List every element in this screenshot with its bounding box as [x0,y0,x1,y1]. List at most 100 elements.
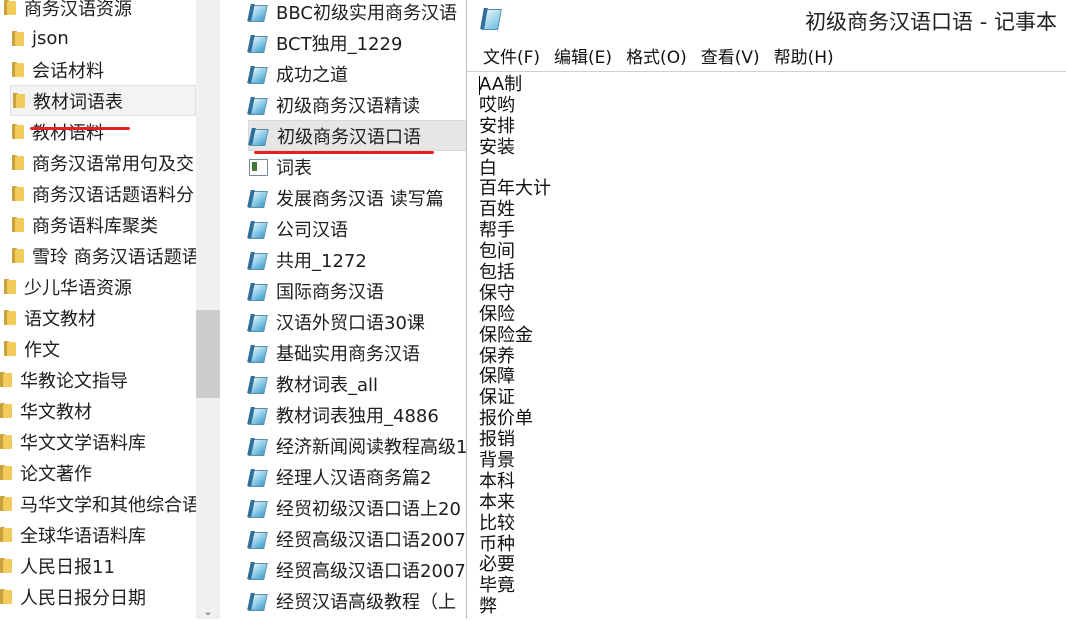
scroll-down-arrow-icon[interactable]: ⌄ [200,605,216,619]
tree-item-label: 语文教材 [24,308,96,330]
tree-item[interactable]: 华文文学语料库 [0,426,146,457]
file-item[interactable]: 汉语外贸口语30课 [248,306,425,337]
folder-icon [0,496,12,511]
menu-format[interactable]: 格式(O) [626,43,687,68]
file-item-label: BBC初级实用商务汉语 [276,2,457,24]
menu-file[interactable]: 文件(F) [483,43,540,68]
folder-icon [10,31,24,46]
tree-item[interactable]: 作文 [2,333,60,364]
file-item[interactable]: 基础实用商务汉语 [248,337,420,368]
file-item-label: 汉语外贸口语30课 [276,312,425,334]
tree-item[interactable]: 教材词语表 [10,85,196,116]
file-item[interactable]: 经贸高级汉语口语2007 [248,523,466,554]
notepad-icon [248,437,268,455]
tree-item[interactable]: 华教论文指导 [0,364,128,395]
tree-scrollbar-thumb[interactable] [196,310,220,398]
menu-edit[interactable]: 编辑(E) [554,43,612,68]
tree-scrollbar[interactable]: ⌄ [196,0,220,619]
annotation-underline-files [254,151,434,154]
tree-item-label: 华文文学语料库 [20,432,146,454]
notepad-icon [248,282,268,300]
tree-item[interactable]: 少儿华语资源 [2,271,132,302]
text-line: AA制 [479,74,523,95]
tree-item[interactable]: 人民日报11 [0,550,115,581]
folder-icon [10,62,24,77]
text-line: 保险 [479,303,515,325]
tree-item[interactable]: 雪玲 商务汉语话题语 [10,240,196,271]
file-item[interactable]: 经贸初级汉语口语上20 [248,492,461,523]
text-line: 保障 [479,366,515,388]
folder-icon [10,217,24,232]
file-item[interactable]: 教材词表独用_4886 [248,399,439,430]
notepad-icon [248,499,268,517]
tree-item[interactable]: json [10,23,69,54]
file-item[interactable]: 教材词表_all [248,368,378,399]
tree-item[interactable]: 商务汉语常用句及交 [10,147,194,178]
text-line: 必要 [479,554,515,576]
window-title: 初级商务汉语口语 - 记事本 [805,10,1057,34]
menu-help[interactable]: 帮助(H) [774,43,834,68]
tree-item-label: 会话材料 [32,60,104,82]
tree-item-label: 少儿华语资源 [24,277,132,299]
text-caret [479,76,480,95]
notepad-icon [248,468,268,486]
text-line: 保证 [479,387,515,409]
file-item[interactable]: BCT独用_1229 [248,27,402,58]
folder-icon [2,341,16,356]
tree-item-label: 商务汉语资源 [24,0,132,20]
folder-icon [0,465,12,480]
text-line: 安排 [479,115,515,137]
folder-icon [0,434,12,449]
tree-item[interactable]: 论文著作 [0,457,92,488]
tree-item[interactable]: 全球华语语料库 [0,519,146,550]
tree-item[interactable]: 语文教材 [2,302,96,333]
text-line: 背景 [479,450,515,472]
tree-item[interactable]: 马华文学和其他综合语 [0,488,196,519]
text-editor[interactable]: AA制 哎哟 安排 安装白百年大计 百姓 帮手 包间 包括 保守 保险 保险金 保养 保障 保证 报价单 报销… [467,71,1066,620]
folder-icon [2,279,16,294]
tree-item[interactable]: 华文教材 [0,395,92,426]
file-item-label: 经贸高级汉语口语2007 [276,529,466,551]
notepad-icon [248,313,268,331]
file-item-label: 国际商务汉语 [276,281,384,303]
notepad-icon [248,375,268,393]
file-item[interactable]: 经贸高级汉语口语2007 [248,554,466,585]
file-item-label: 基础实用商务汉语 [276,343,420,365]
file-item[interactable]: 词表 [248,151,312,182]
file-item[interactable]: 成功之道 [248,58,348,89]
file-item[interactable]: 经理人汉语商务篇2 [248,461,431,492]
file-item-label: 经理人汉语商务篇2 [276,467,432,489]
file-item[interactable]: 共用_1272 [248,244,367,275]
tree-item[interactable]: 会话材料 [10,54,104,85]
folder-icon [2,310,16,325]
notepad-icon [248,406,268,424]
title-bar[interactable]: 初级商务汉语口语 - 记事本 [467,0,1066,40]
file-item[interactable]: 初级商务汉语精读 [248,89,420,120]
file-item[interactable]: 初级商务汉语口语 [248,120,466,151]
file-item[interactable]: 经济新闻阅读教程高级1 [248,430,466,461]
menu-view[interactable]: 查看(V) [701,43,760,68]
text-line: 保险金 [479,324,533,346]
tree-item[interactable]: 商务汉语资源 [2,0,132,23]
file-item-label: 共用_1272 [276,250,367,272]
tree-item[interactable]: 商务语料库聚类 [10,209,158,240]
text-line: 比较 [479,512,515,534]
folder-icon [10,155,24,170]
file-item[interactable]: BBC初级实用商务汉语 [248,0,457,27]
tree-item-label: 全球华语语料库 [20,525,146,547]
text-line: 保守 [479,282,515,304]
file-item[interactable]: 公司汉语 [248,213,348,244]
notepad-app-icon [481,7,501,31]
file-item[interactable]: 经贸汉语高级教程（上 [248,585,456,616]
tree-item[interactable]: 人民日报分日期 [0,581,146,612]
tree-item-label: json [32,28,69,49]
tree-item[interactable]: 教材语料 [10,116,104,147]
tree-item-label: 马华文学和其他综合语 [20,494,196,516]
file-item-label: 词表 [276,157,312,179]
file-item[interactable]: 国际商务汉语 [248,275,384,306]
tree-item[interactable]: 商务汉语话题语料分 [10,178,194,209]
file-item-label: 成功之道 [276,64,348,86]
text-line: 本来 [479,491,515,513]
file-item[interactable]: 发展商务汉语 读写篇 [248,182,444,213]
folder-icon [10,124,24,139]
